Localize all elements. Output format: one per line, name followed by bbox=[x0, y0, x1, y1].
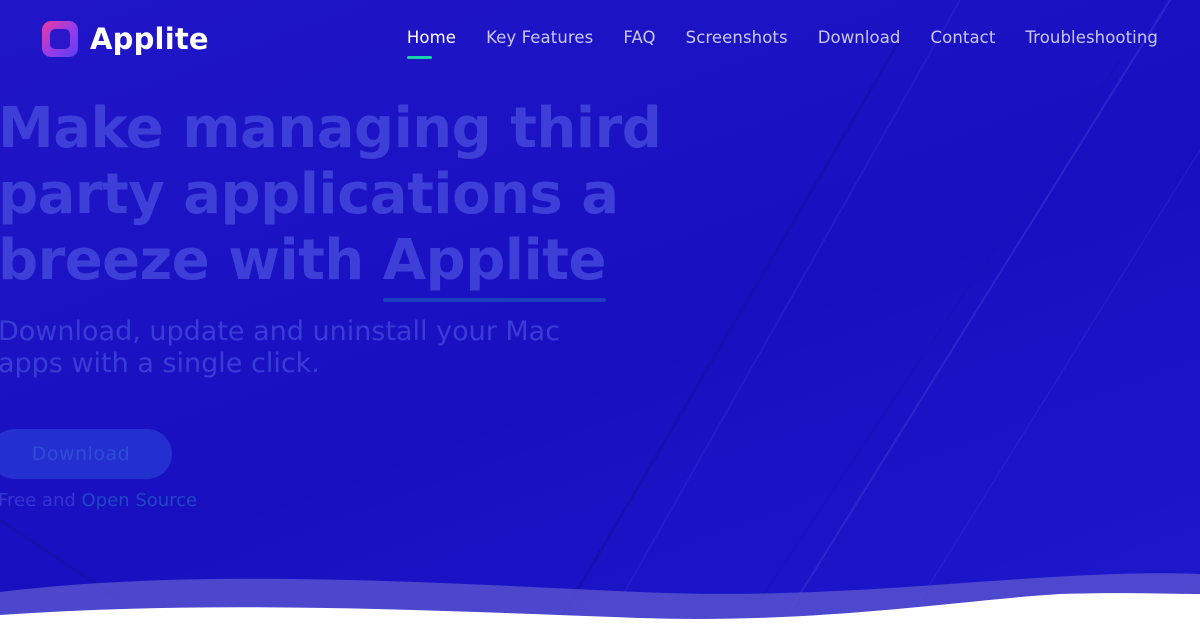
headline-line-1: Make managing third bbox=[0, 96, 662, 161]
nav-item-screenshots[interactable]: Screenshots bbox=[686, 28, 788, 47]
brand-name: Applite bbox=[90, 22, 209, 56]
nav-item-troubleshooting[interactable]: Troubleshooting bbox=[1025, 28, 1158, 47]
nav-item-contact[interactable]: Contact bbox=[931, 28, 996, 47]
license-note: Free and Open Source bbox=[0, 490, 197, 511]
bottom-wave bbox=[0, 573, 1200, 630]
nav-item-download[interactable]: Download bbox=[818, 28, 901, 47]
headline-accent: Applite bbox=[382, 228, 606, 302]
background-streaks bbox=[0, 0, 1200, 621]
applite-logo-icon bbox=[42, 21, 78, 57]
hero-headline: Make managing third party applications a… bbox=[0, 96, 678, 302]
brand-logo[interactable]: Applite bbox=[42, 20, 209, 58]
nav-item-key-features[interactable]: Key Features bbox=[486, 28, 593, 47]
license-note-prefix: Free and bbox=[0, 490, 82, 511]
nav-menu: Home Key Features FAQ Screenshots Downlo… bbox=[406, 28, 1158, 59]
download-button[interactable]: Download bbox=[0, 429, 172, 479]
hero-subtitle: Download, update and uninstall your Mac … bbox=[0, 316, 561, 379]
top-navbar: Applite Home Key Features FAQ Screenshot… bbox=[0, 0, 1200, 80]
open-source-link[interactable]: Open Source bbox=[82, 490, 198, 511]
nav-item-faq[interactable]: FAQ bbox=[623, 28, 655, 47]
hero-section: Applite Home Key Features FAQ Screenshot… bbox=[0, 0, 1200, 630]
headline-line-2: party applications a bbox=[0, 162, 619, 227]
headline-line-3-prefix: breeze with bbox=[0, 228, 383, 293]
nav-item-home[interactable]: Home bbox=[406, 28, 456, 59]
